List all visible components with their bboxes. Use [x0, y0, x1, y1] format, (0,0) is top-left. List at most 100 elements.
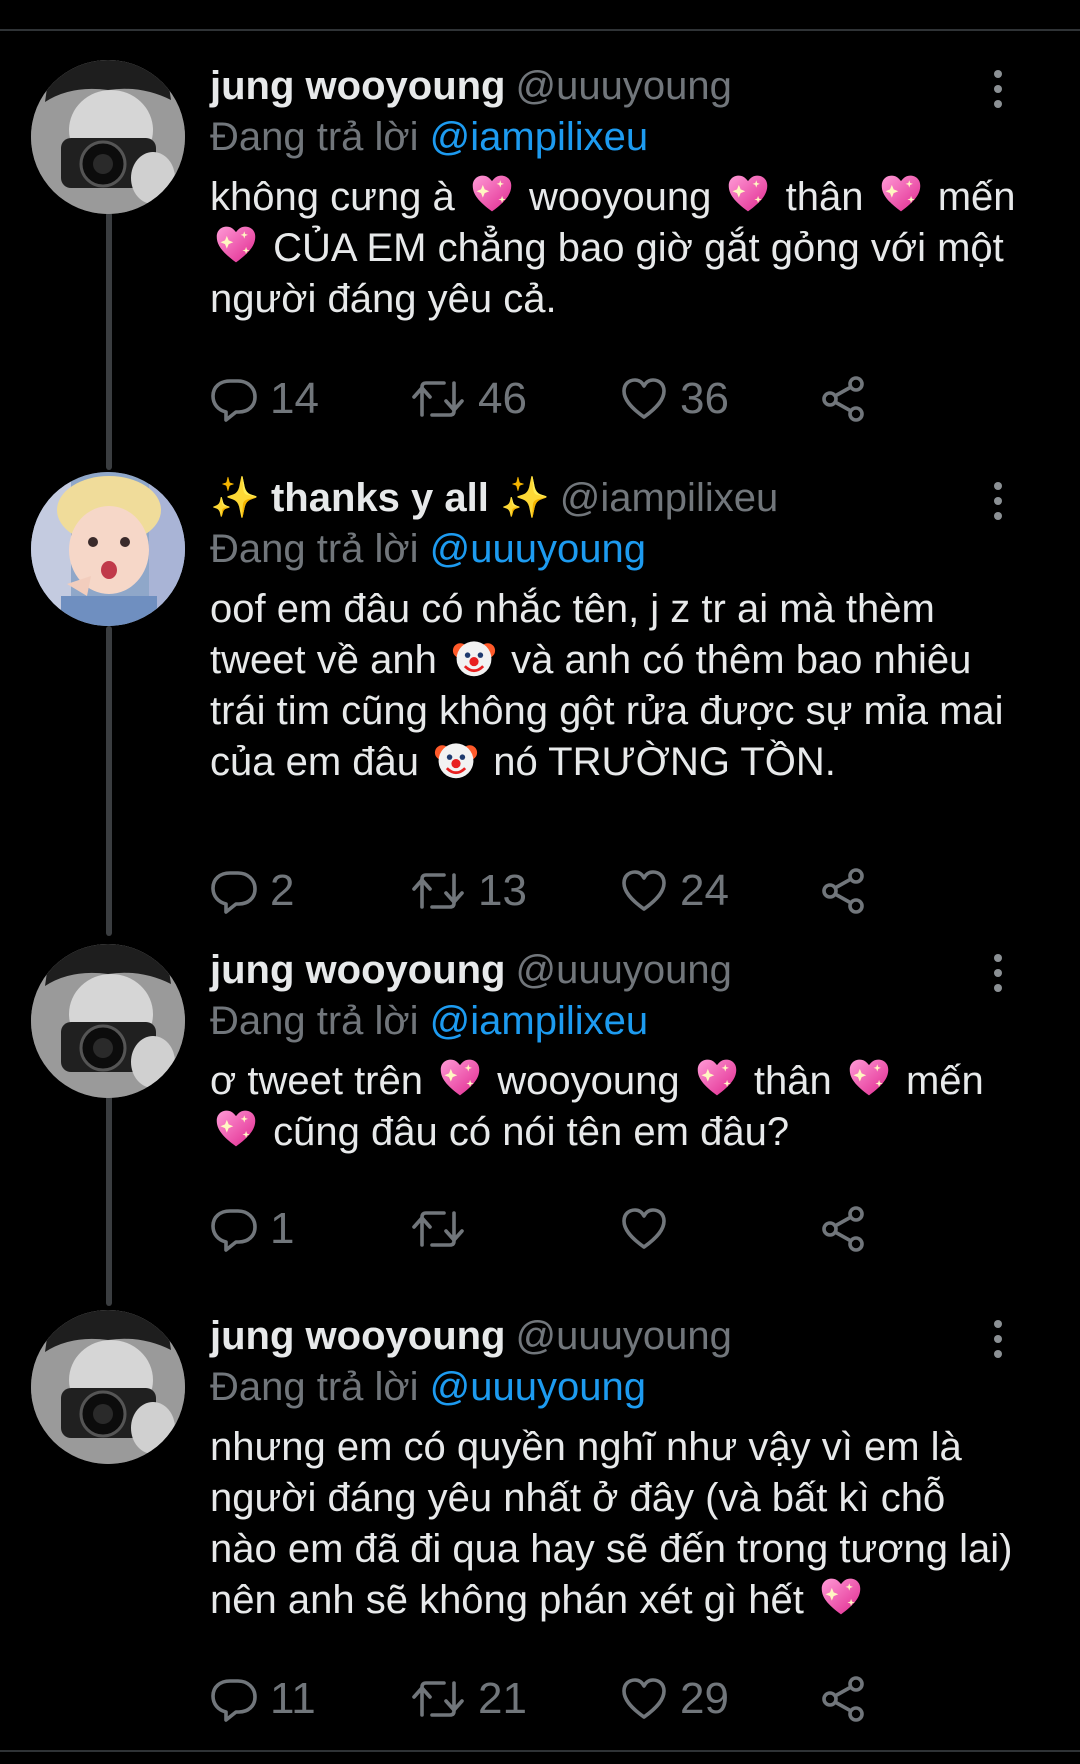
reply-bubble-icon — [210, 867, 258, 915]
display-name[interactable]: jung wooyoung — [210, 948, 506, 992]
sparkling-heart-emoji-icon — [879, 172, 923, 216]
avatar-camera-bw-icon — [31, 1310, 185, 1464]
reply-bubble-icon — [210, 375, 258, 423]
text-part: wooyoung — [497, 1059, 680, 1103]
tweet-text: oof em đâu có nhắc tên, j z tr ai mà thè… — [210, 584, 1020, 788]
more-vertical-icon[interactable] — [988, 1320, 1008, 1362]
avatar[interactable] — [31, 944, 185, 1098]
top-divider — [0, 29, 1080, 31]
tweet-text: nhưng em có quyền nghĩ như vậy vì em là … — [210, 1422, 1020, 1626]
reply-button[interactable]: 2 — [210, 864, 294, 918]
sparkling-heart-emoji-icon — [214, 223, 258, 267]
replying-to: Đang trả lời @iampilixeu — [210, 997, 648, 1045]
retweet-count: 21 — [478, 1674, 527, 1723]
user-handle[interactable]: @iampilixeu — [560, 476, 778, 520]
retweet-button[interactable]: 46 — [410, 372, 527, 426]
reply-bubble-icon — [210, 1205, 258, 1253]
reply-mention[interactable]: @iampilixeu — [430, 115, 648, 159]
tweet-header: jung wooyoung @uuuyoung — [210, 62, 732, 110]
action-bar: 2 13 24 — [210, 864, 1030, 918]
text-part: nó TRƯỜNG TỒN. — [493, 740, 836, 784]
tweet-4[interactable]: jung wooyoung @uuuyoung Đang trả lời @uuu… — [0, 1310, 1080, 1740]
retweet-icon — [410, 1205, 466, 1253]
sparkles-emoji: ✨ — [499, 476, 550, 520]
retweet-button[interactable]: 13 — [410, 864, 527, 918]
tweet-text: không cưng à wooyoung thân mến CỦA EM ch… — [210, 172, 1020, 325]
text-part: mến — [905, 1059, 984, 1103]
tweet-3[interactable]: jung wooyoung @uuuyoung Đang trả lời @iam… — [0, 944, 1080, 1264]
retweet-button[interactable] — [410, 1202, 478, 1256]
replying-to: Đang trả lời @uuuyoung — [210, 1363, 646, 1411]
retweet-button[interactable]: 21 — [410, 1672, 527, 1726]
share-icon — [820, 1205, 868, 1253]
text-part: không cưng à — [210, 175, 455, 219]
sparkles-emoji: ✨ — [210, 476, 260, 520]
reply-count: 11 — [270, 1674, 316, 1723]
sparkling-heart-emoji-icon — [470, 172, 514, 216]
heart-outline-icon — [620, 1675, 668, 1723]
share-icon — [820, 375, 868, 423]
user-handle[interactable]: @uuuyoung — [516, 64, 732, 108]
avatar-blonde-face-icon — [31, 472, 185, 626]
reply-button[interactable]: 14 — [210, 372, 319, 426]
text-part: cũng đâu có nói tên em đâu? — [273, 1110, 790, 1154]
display-name-text: thanks y all — [270, 476, 489, 520]
sparkling-heart-emoji-icon — [726, 172, 770, 216]
more-vertical-icon[interactable] — [988, 482, 1008, 524]
retweet-icon — [410, 375, 466, 423]
sparkling-heart-emoji-icon — [695, 1056, 739, 1100]
action-bar: 11 21 29 — [210, 1672, 1030, 1726]
reply-button[interactable]: 1 — [210, 1202, 294, 1256]
reply-prefix: Đang trả lời — [210, 1365, 419, 1409]
reply-button[interactable]: 11 — [210, 1672, 316, 1726]
share-button[interactable] — [820, 864, 868, 918]
display-name[interactable]: jung wooyoung — [210, 1314, 506, 1358]
like-count: 36 — [680, 374, 729, 423]
heart-outline-icon — [620, 867, 668, 915]
sparkling-heart-emoji-icon — [214, 1107, 258, 1151]
like-count: 24 — [680, 866, 729, 915]
text-part: wooyoung — [528, 175, 712, 219]
reply-prefix: Đang trả lời — [210, 115, 419, 159]
reply-prefix: Đang trả lời — [210, 999, 419, 1043]
display-name[interactable]: ✨ thanks y all ✨ — [210, 476, 550, 520]
tweet-2[interactable]: ✨ thanks y all ✨ @iampilixeu Đang trả lời… — [0, 472, 1080, 932]
like-button[interactable]: 36 — [620, 372, 729, 426]
reply-mention[interactable]: @iampilixeu — [430, 999, 648, 1043]
reply-mention[interactable]: @uuuyoung — [430, 1365, 646, 1409]
action-bar: 14 46 36 — [210, 372, 1030, 426]
sparkling-heart-emoji-icon — [847, 1056, 891, 1100]
reply-count: 2 — [270, 866, 295, 915]
replying-to: Đang trả lời @iampilixeu — [210, 113, 648, 161]
display-name[interactable]: jung wooyoung — [210, 64, 506, 108]
retweet-icon — [410, 1675, 466, 1723]
like-button[interactable]: 29 — [620, 1672, 729, 1726]
tweet-header: jung wooyoung @uuuyoung — [210, 946, 732, 994]
text-part: nhưng em có quyền nghĩ như vậy vì em là … — [210, 1425, 1013, 1622]
share-button[interactable] — [820, 1672, 868, 1726]
avatar[interactable] — [31, 60, 185, 214]
tweet-1[interactable]: jung wooyoung @uuuyoung Đang trả lời @iam… — [0, 60, 1080, 460]
share-icon — [820, 1675, 868, 1723]
text-part: mến — [937, 175, 1016, 219]
replying-to: Đang trả lời @uuuyoung — [210, 525, 646, 573]
reply-mention[interactable]: @uuuyoung — [430, 527, 646, 571]
avatar[interactable] — [31, 472, 185, 626]
user-handle[interactable]: @uuuyoung — [516, 1314, 732, 1358]
share-button[interactable] — [820, 372, 868, 426]
reply-count: 1 — [270, 1204, 295, 1253]
reply-count: 14 — [270, 374, 319, 423]
reply-prefix: Đang trả lời — [210, 527, 419, 571]
text-part: ơ tweet trên — [210, 1059, 423, 1103]
user-handle[interactable]: @uuuyoung — [516, 948, 732, 992]
heart-outline-icon — [620, 375, 668, 423]
share-button[interactable] — [820, 1202, 868, 1256]
bottom-divider — [0, 1750, 1080, 1752]
avatar[interactable] — [31, 1310, 185, 1464]
like-button[interactable]: 24 — [620, 864, 729, 918]
like-button[interactable] — [620, 1202, 680, 1256]
sparkling-heart-emoji-icon — [819, 1575, 863, 1619]
share-icon — [820, 867, 868, 915]
more-vertical-icon[interactable] — [988, 70, 1008, 112]
more-vertical-icon[interactable] — [988, 954, 1008, 996]
